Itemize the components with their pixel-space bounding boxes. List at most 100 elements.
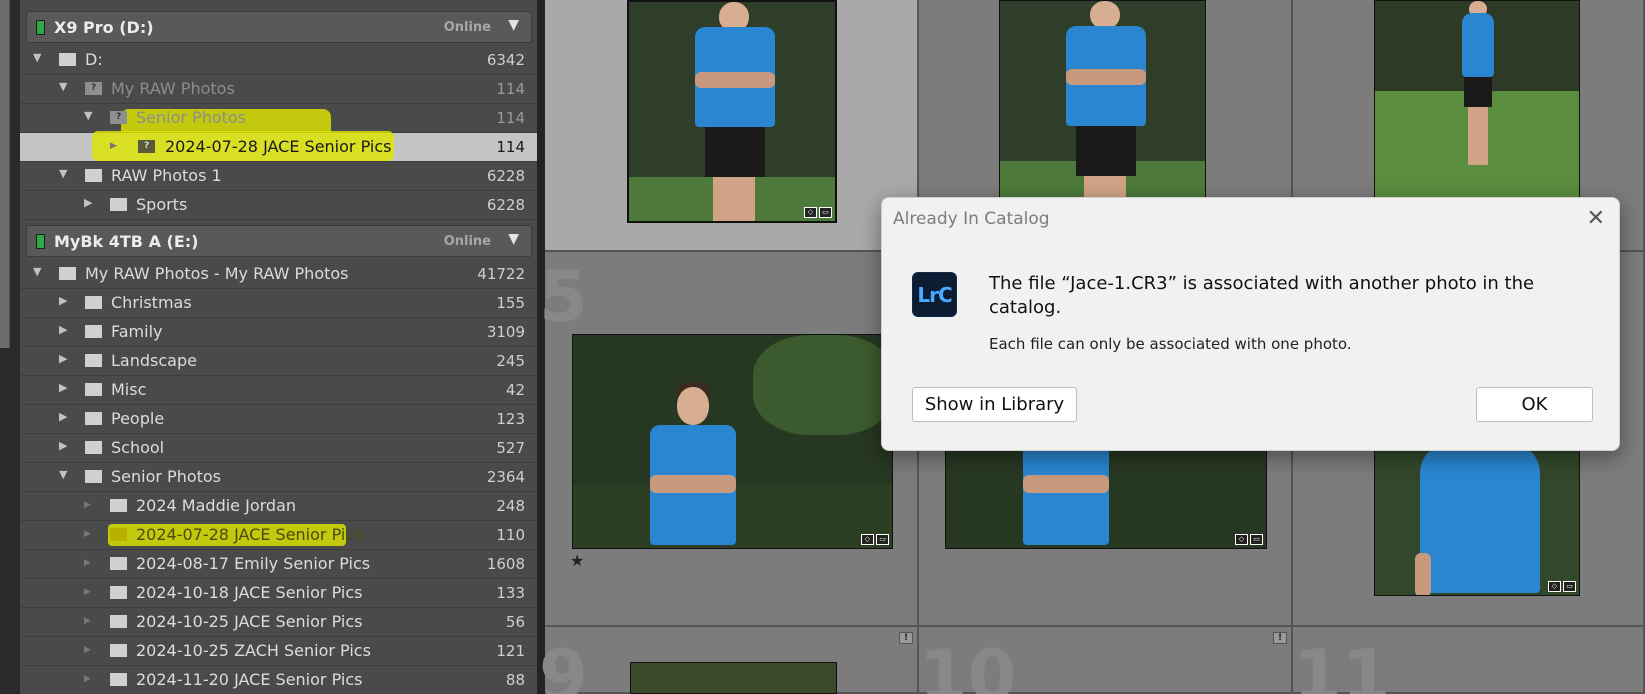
grid-cell[interactable]: 5 ◇ ▭ ★ [539,252,919,627]
collapse-triangle-icon[interactable]: ▶ [59,439,67,452]
expand-triangle-icon[interactable]: ▼ [59,468,67,481]
ok-button[interactable]: OK [1476,387,1593,422]
folder-row[interactable]: ▶ People 123 [20,405,537,434]
badge-icons: ◇ ▭ [804,207,832,218]
volume-online-indicator [36,234,45,249]
folder-row[interactable]: ▶ Christmas 155 [20,289,537,318]
folder-icon [85,325,102,338]
collapse-triangle-icon[interactable]: ▶ [84,500,91,510]
left-scrollbar[interactable] [0,0,10,348]
folder-row[interactable]: ▶ 2024-10-18 JACE Senior Pics 133 [20,579,537,608]
cell-number: 10 [919,635,1017,694]
show-in-library-button[interactable]: Show in Library [912,387,1077,422]
folder-name: Senior Photos [111,467,222,486]
warning-icon[interactable]: ! [1273,632,1287,644]
folder-row[interactable]: ▶ 2024 Maddie Jordan 248 [20,492,537,521]
folder-count: 248 [496,497,525,515]
volume-name: X9 Pro (D:) [54,18,154,37]
grid-cell[interactable]: 11 [1293,627,1645,694]
volume-header-x9-pro[interactable]: X9 Pro (D:) Online ▼ [26,11,532,43]
grid-cell-selected[interactable]: ◇ ▭ [545,0,919,252]
folder-count: 245 [496,352,525,370]
star-rating-icon[interactable]: ★ [570,551,584,570]
folder-count: 88 [505,671,525,689]
folder-name: 2024-10-25 ZACH Senior Pics [136,641,371,660]
folder-count: 42 [505,381,525,399]
folder-row-missing[interactable]: ▼ ? My RAW Photos 114 [20,75,537,104]
collapse-triangle-icon[interactable]: ▶ [84,616,91,626]
warning-icon[interactable]: ! [899,632,913,644]
collapse-triangle-icon[interactable]: ▶ [84,558,91,568]
folder-row[interactable]: ▶ 2024-08-17 Emily Senior Pics 1608 [20,550,537,579]
folder-name: 2024 Maddie Jordan [136,496,297,515]
volume-header-mybk[interactable]: MyBk 4TB A (E:) Online ▼ [26,225,532,257]
folder-row[interactable]: ▼ RAW Photos 1 6228 [20,162,537,191]
panel-divider[interactable] [537,0,545,694]
folder-count: 114 [496,80,525,98]
collapse-triangle-icon[interactable]: ▶ [59,352,67,365]
badge-icons: ◇ ▭ [1548,581,1576,592]
folder-row[interactable]: ▼ D: 6342 [20,46,537,75]
folder-row[interactable]: ▶ School 527 [20,434,537,463]
dialog-sub-message: Each file can only be associated with on… [989,335,1352,353]
volume-online-indicator [36,20,45,35]
grid-cell[interactable]: 10 ! [919,627,1293,694]
cell-number: 11 [1293,635,1391,694]
collapse-triangle-icon[interactable]: ▶ [59,323,67,336]
folder-icon [110,615,127,628]
folder-row[interactable]: ▶ Sports 6228 [20,191,537,220]
collapse-triangle-icon[interactable]: ▶ [84,587,91,597]
photo-thumbnail[interactable] [999,0,1206,198]
collapse-triangle-icon[interactable]: ▶ [84,645,91,655]
collapse-triangle-icon[interactable]: ▶ [59,381,67,394]
collapse-triangle-icon[interactable]: ▶ [84,529,91,539]
expand-triangle-icon[interactable]: ▼ [59,80,67,93]
folder-icon [85,383,102,396]
volume-menu-icon[interactable]: ▼ [508,17,519,33]
folder-count: 2364 [486,468,525,486]
folder-count: 1608 [486,555,525,573]
folder-count: 133 [496,584,525,602]
expand-triangle-icon[interactable]: ▼ [33,265,41,278]
collapse-triangle-icon[interactable]: ▶ [59,294,67,307]
volume-status: Online [443,20,491,35]
folder-row[interactable]: ▶ 2024-10-25 JACE Senior Pics 56 [20,608,537,637]
collapse-triangle-icon[interactable]: ▶ [84,674,91,684]
photo-thumbnail[interactable] [1374,0,1580,198]
folder-count: 114 [496,138,525,156]
missing-folder-icon: ? [85,82,102,95]
folder-row[interactable]: ▶ Misc 42 [20,376,537,405]
folder-row[interactable]: ▶ 2024-11-20 JACE Senior Pics 88 [20,666,537,694]
grid-cell[interactable]: 9 ! [539,627,919,694]
close-icon[interactable]: ✕ [1587,206,1605,231]
photo-thumbnail[interactable]: ◇ ▭ [627,0,837,223]
folder-row[interactable]: ▼ Senior Photos 2364 [20,463,537,492]
missing-folder-icon: ? [110,111,127,124]
folder-name: Misc [111,380,147,399]
folder-name: Family [111,322,163,341]
folder-row[interactable]: ▶ Landscape 245 [20,347,537,376]
collapse-triangle-icon[interactable]: ▶ [110,141,117,151]
folder-count: 114 [496,109,525,127]
folder-row-selected[interactable]: ▶ ? 2024-07-28 JACE Senior Pics 114 [20,131,537,162]
folder-icon [85,470,102,483]
photo-thumbnail[interactable] [630,662,837,694]
collapse-triangle-icon[interactable]: ▶ [84,196,92,209]
folder-row[interactable]: ▶ Family 3109 [20,318,537,347]
expand-triangle-icon[interactable]: ▼ [84,109,92,122]
folder-row[interactable]: ▼ My RAW Photos - My RAW Photos 41722 [20,260,537,289]
volume-menu-icon[interactable]: ▼ [508,231,519,247]
folder-row[interactable]: ▶ 2024-10-25 ZACH Senior Pics 121 [20,637,537,666]
folder-row-missing[interactable]: ▼ ? Senior Photos 114 [20,104,537,133]
expand-triangle-icon[interactable]: ▼ [33,51,41,64]
collapse-triangle-icon[interactable]: ▶ [59,410,67,423]
folder-row[interactable]: ▶ 2024-07-28 JACE Senior Pics 110 [20,521,537,550]
folder-icon [110,528,127,541]
folder-icon [110,557,127,570]
folder-icon [85,441,102,454]
folder-name: My RAW Photos - My RAW Photos [85,264,349,283]
expand-triangle-icon[interactable]: ▼ [59,167,67,180]
folder-name: People [111,409,165,428]
photo-thumbnail[interactable]: ◇ ▭ [572,334,893,549]
folder-count: 155 [496,294,525,312]
